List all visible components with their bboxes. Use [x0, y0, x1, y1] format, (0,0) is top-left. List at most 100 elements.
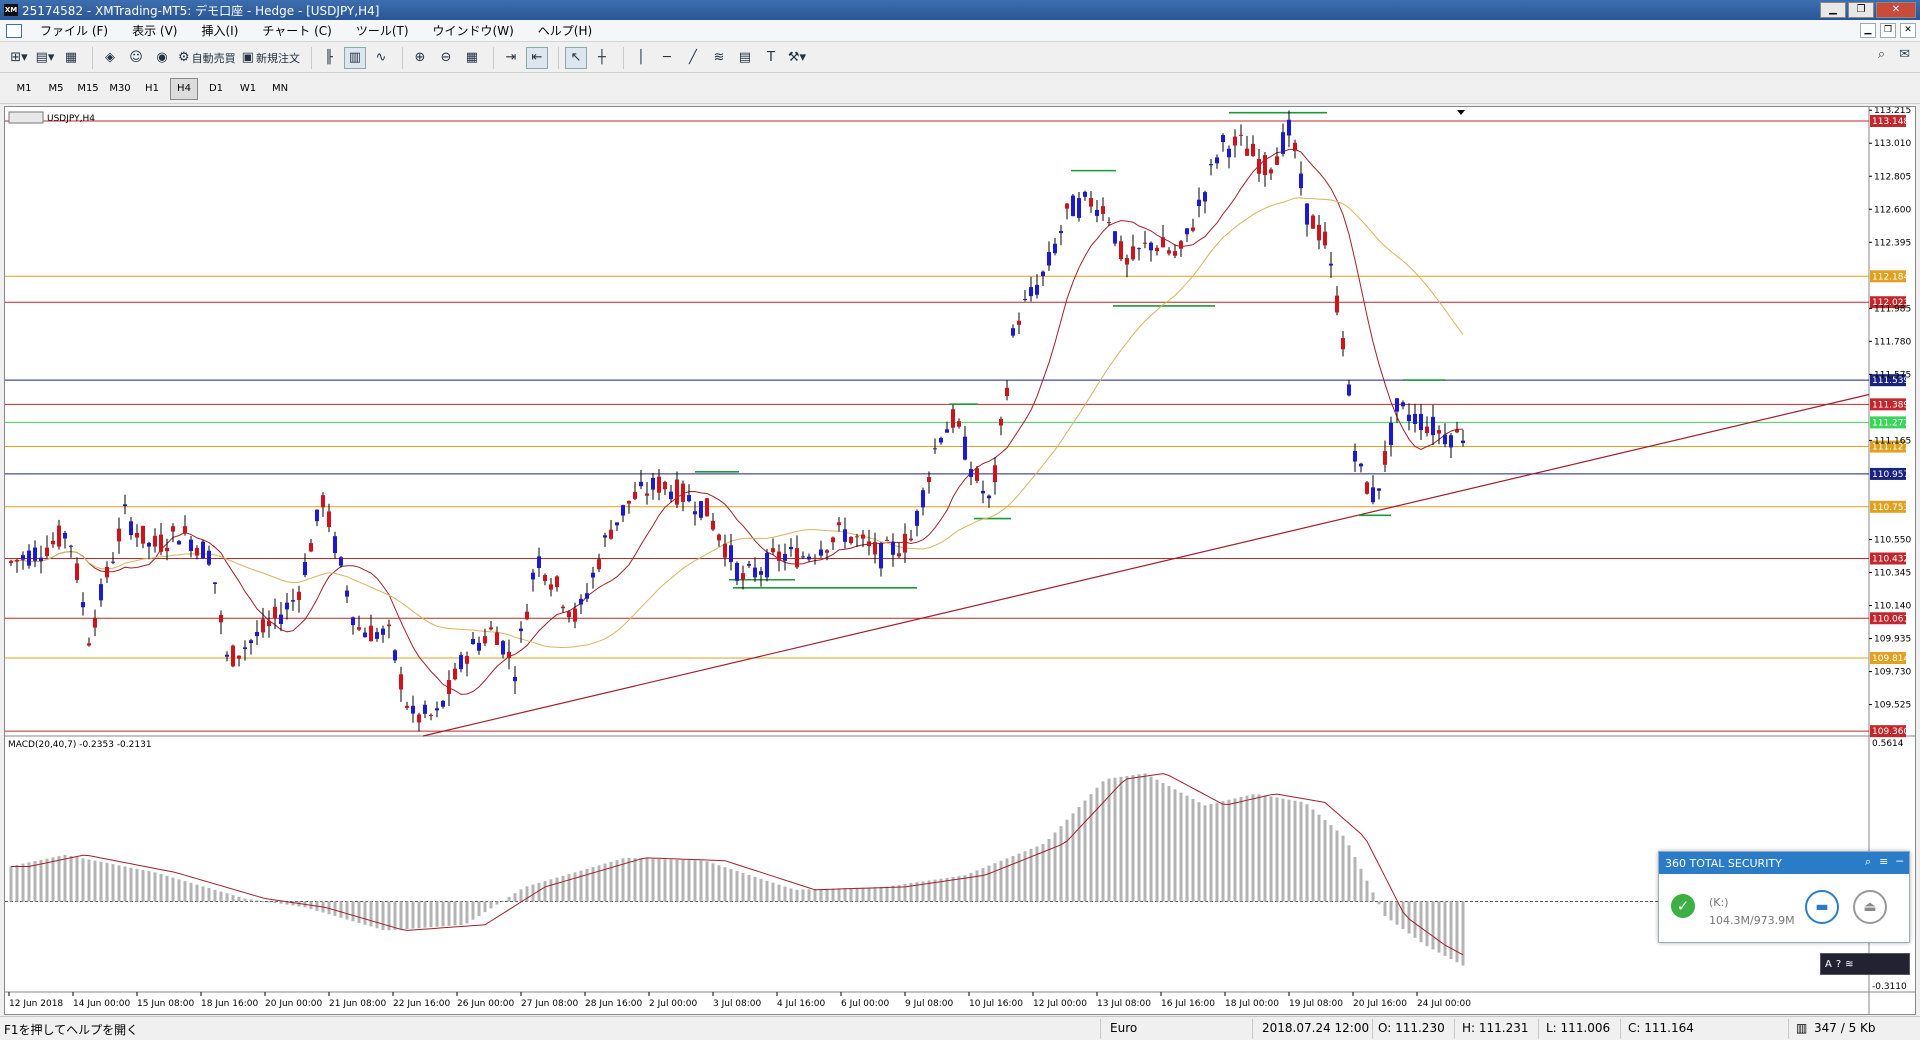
status-separator — [1620, 1019, 1621, 1039]
status-close: C: 111.164 — [1628, 1021, 1694, 1035]
bullish-candle — [741, 573, 745, 580]
zoom-in-icon[interactable]: ⊕ — [409, 47, 431, 69]
timeframe-mn[interactable]: MN — [266, 78, 294, 100]
macd-pane — [5, 773, 1869, 966]
text-tool-icon[interactable]: T — [760, 47, 782, 69]
menu-insert[interactable]: 挿入(I) — [189, 22, 250, 39]
menu-tools[interactable]: ツール(T) — [344, 22, 421, 39]
mdi-minimize-button[interactable]: ▁ — [1860, 23, 1876, 38]
menu-icon[interactable]: ≡ — [1879, 855, 1888, 869]
macd-histogram-bar — [1089, 794, 1093, 902]
security-popup[interactable]: 360 TOTAL SECURITY ⌕ ≡ ─ ✓ (K:) 104.3M/9… — [1658, 851, 1910, 943]
adobe-icon[interactable]: A — [1825, 959, 1832, 970]
restore-button[interactable]: ❐ — [1848, 2, 1874, 18]
macd-histogram-bar — [801, 889, 805, 902]
bullish-candle — [903, 533, 907, 553]
chat-icon[interactable]: ✉ — [1899, 47, 1910, 62]
line-chart-icon[interactable]: ∿ — [370, 47, 392, 69]
toolbar-separator — [557, 46, 559, 69]
vertical-line-icon[interactable]: │ — [630, 47, 652, 69]
menu-chart[interactable]: チャート (C) — [250, 22, 343, 39]
timeframe-d1[interactable]: D1 — [202, 78, 230, 100]
time-tick-label: 12 Jun 2018 — [9, 999, 63, 1009]
bullish-candle — [417, 714, 421, 723]
bearish-candle — [1401, 402, 1405, 407]
timeframe-m1[interactable]: M1 — [10, 78, 38, 100]
tray-mini-widget[interactable]: A ? ≋ — [1820, 953, 1910, 975]
menu-file[interactable]: ファイル (F) — [28, 22, 120, 39]
market-watch-icon[interactable]: ▦ — [60, 47, 82, 69]
bearish-candle — [123, 504, 127, 507]
navigator-icon[interactable]: ◈ — [99, 47, 121, 69]
price-label: 111.389 — [1872, 400, 1909, 410]
minimize-button[interactable]: ▁ — [1820, 2, 1846, 18]
macd-histogram-bar — [447, 901, 451, 926]
bearish-candle — [63, 532, 67, 539]
timeframe-m15[interactable]: M15 — [74, 78, 102, 100]
timeframe-h1[interactable]: H1 — [138, 78, 166, 100]
macd-histogram-bar — [783, 886, 787, 902]
chart-window[interactable]: 113.148 112.184 112.023 111.539 111.389 111.2… — [4, 106, 1916, 1015]
bearish-candle — [1209, 164, 1213, 166]
bar-chart-icon[interactable]: ╟ — [318, 47, 340, 69]
bearish-candle — [1011, 328, 1015, 336]
eject-button[interactable]: ⏏ — [1853, 890, 1887, 924]
auto-trading-button[interactable]: ⚙ 自動売買 — [177, 47, 237, 69]
menu-help[interactable]: ヘルプ(H) — [526, 22, 604, 39]
bullish-candle — [1311, 215, 1315, 229]
menu-view[interactable]: 表示 (V) — [120, 22, 189, 39]
menu-window[interactable]: ウインドウ(W) — [421, 22, 526, 39]
chart-window-icon[interactable] — [6, 23, 22, 38]
macd-histogram-bar — [237, 896, 241, 902]
chart-shift-icon[interactable]: ⇤ — [525, 46, 548, 69]
mdi-close-button[interactable]: ✕ — [1900, 23, 1916, 38]
profiles-icon[interactable]: ▤▾ — [34, 47, 56, 69]
status-separator — [1372, 1019, 1373, 1039]
timeframe-m30[interactable]: M30 — [106, 78, 134, 100]
macd-histogram-bar — [15, 864, 19, 902]
horizontal-line-icon[interactable]: ─ — [656, 47, 678, 69]
bullish-candle — [831, 537, 835, 543]
minimize-icon[interactable]: ─ — [1896, 855, 1903, 869]
bearish-candle — [1359, 463, 1363, 467]
bearish-candle — [345, 590, 349, 597]
auto-scroll-icon[interactable]: ⇥ — [500, 47, 522, 69]
new-order-button[interactable]: ▣ 新規注文 — [241, 47, 301, 69]
mdi-controls: ▁ ❐ ✕ — [1856, 23, 1916, 38]
open-folder-button[interactable]: ▬ — [1805, 890, 1839, 924]
bearish-candle — [501, 641, 505, 655]
timeframe-h4[interactable]: H4 — [170, 77, 198, 100]
search-icon[interactable]: ⌕ — [1865, 855, 1871, 869]
crosshair-icon[interactable]: ┼ — [591, 47, 613, 69]
bullish-candle — [297, 591, 301, 600]
timeframe-m5[interactable]: M5 — [42, 78, 70, 100]
shapes-icon[interactable]: ⚒▾ — [786, 47, 808, 69]
close-button[interactable]: ✕ — [1876, 2, 1916, 18]
macd-histogram-bar — [471, 901, 475, 920]
tile-windows-icon[interactable]: ▦ — [461, 47, 483, 69]
cursor-icon[interactable]: ↖ — [564, 46, 587, 69]
search-icon[interactable]: ⌕ — [1878, 47, 1885, 62]
channel-icon[interactable]: ▤ — [734, 47, 756, 69]
price-pane[interactable] — [5, 107, 1869, 736]
zoom-out-icon[interactable]: ⊖ — [435, 47, 457, 69]
signals-icon[interactable]: ◉ — [151, 47, 173, 69]
bearish-candle — [1287, 119, 1291, 136]
fibonacci-icon[interactable]: ≋ — [708, 47, 730, 69]
new-chart-icon[interactable]: ⊞▾ — [8, 47, 30, 69]
macd-histogram-bar — [1323, 819, 1327, 902]
bullish-candle — [1365, 482, 1369, 494]
candlestick-icon[interactable]: ▥ — [343, 46, 366, 69]
bearish-candle — [285, 602, 289, 610]
trendline-icon[interactable]: ╱ — [682, 47, 704, 69]
timeframe-w1[interactable]: W1 — [234, 78, 262, 100]
accounts-icon[interactable]: ☺ — [125, 47, 147, 69]
help-icon[interactable]: ? — [1836, 959, 1841, 970]
usdjpy-chart[interactable]: 113.148112.184112.023111.539111.389111.2… — [5, 107, 1915, 1014]
bearish-candle — [111, 561, 115, 563]
macd-histogram-bar — [543, 881, 547, 902]
mdi-restore-button[interactable]: ❐ — [1880, 23, 1896, 38]
network-icon[interactable]: ≋ — [1845, 959, 1853, 970]
macd-histogram-bar — [141, 870, 145, 902]
status-separator — [1538, 1019, 1539, 1039]
